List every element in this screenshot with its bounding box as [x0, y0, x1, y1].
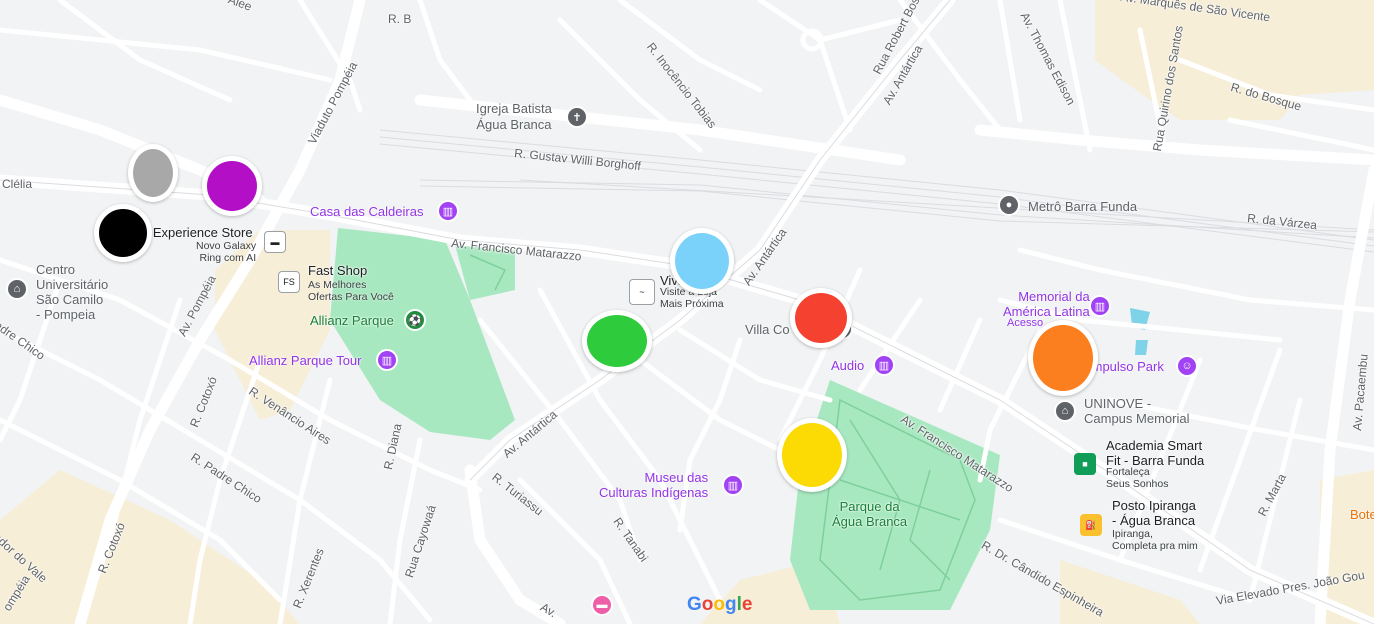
poi-memorial-sub: Acesso — [1007, 317, 1044, 329]
poi-fast-shop-label[interactable]: Fast Shop — [308, 263, 367, 278]
poi-academia-label[interactable]: Academia Smart Fit - Barra Funda — [1106, 438, 1204, 468]
poi-parque-agua-label[interactable]: Parque da Água Branca — [832, 499, 907, 529]
poi-experience-sub: Novo Galaxy Ring com AI — [196, 240, 257, 264]
gray-marker[interactable] — [128, 144, 178, 202]
poi-bote-label[interactable]: Bote — [1350, 507, 1374, 522]
black-marker[interactable] — [94, 204, 152, 262]
church-icon[interactable]: ✝ — [566, 106, 588, 128]
green-marker[interactable] — [582, 310, 652, 372]
hotel-icon[interactable]: ▬ — [591, 594, 613, 616]
poi-memorial-label[interactable]: Memorial da América Latina — [1003, 289, 1090, 319]
light-blue-marker[interactable] — [670, 228, 734, 294]
gym-icon[interactable]: ■ — [1074, 453, 1096, 475]
store-logo-icon[interactable]: ▬ — [264, 231, 286, 253]
stadium-icon[interactable]: ⚽ — [404, 309, 426, 331]
museum-icon-2[interactable]: ▥ — [722, 474, 744, 496]
map-view[interactable]: R. B Alee Av. Marquês de São Vicente R. … — [0, 0, 1374, 624]
poi-casa-caldeiras-label[interactable]: Casa das Caldeiras — [310, 204, 423, 219]
poi-museu-label[interactable]: Museu das Culturas Indígenas — [599, 470, 708, 500]
tour-icon[interactable]: ▥ — [376, 349, 398, 371]
school-icon[interactable]: ⌂ — [6, 278, 28, 300]
poi-allianz-tour-label[interactable]: Allianz Parque Tour — [249, 353, 362, 368]
viva-logo-icon[interactable]: ~ — [629, 279, 655, 305]
google-logo: Google — [687, 594, 753, 615]
poi-posto-label[interactable]: Posto Ipiranga - Água Branca — [1112, 498, 1196, 528]
audio-venue-icon[interactable]: ▥ — [873, 354, 895, 376]
poi-centro-label[interactable]: Centro Universitário São Camilo - Pompei… — [36, 262, 108, 322]
poi-posto-sub: Ipiranga, Completa pra mim — [1112, 528, 1198, 552]
poi-allianz-parque-label[interactable]: Allianz Parque — [310, 313, 394, 328]
poi-villa-label[interactable]: Villa Co — [745, 322, 790, 337]
poi-igreja-label[interactable]: Igreja Batista Água Branca — [476, 101, 552, 133]
road-label-clelia: Clélia — [2, 177, 33, 191]
poi-impulso-label[interactable]: Impulso Park — [1088, 359, 1164, 374]
poi-audio-label[interactable]: Audio — [831, 358, 864, 373]
poi-uninove-label[interactable]: UNINOVE - Campus Memorial — [1084, 396, 1189, 426]
fast-shop-logo-icon[interactable]: FS — [278, 271, 300, 293]
poi-experience-store-label[interactable]: g Experience Store — [142, 225, 253, 240]
poi-academia-sub: Fortaleça Seus Sonhos — [1106, 466, 1169, 490]
poi-fast-shop-sub: As Melhores Ofertas Para Você — [308, 279, 394, 303]
road-label-r-b: R. B — [388, 12, 412, 26]
purple-marker[interactable] — [202, 156, 262, 216]
orange-marker[interactable] — [1028, 320, 1098, 396]
university-icon[interactable]: ⌂ — [1054, 400, 1076, 422]
metro-station-icon[interactable]: ● — [998, 194, 1020, 216]
yellow-marker[interactable] — [777, 418, 847, 492]
red-marker[interactable] — [790, 288, 852, 348]
park-attraction-icon[interactable]: ☺ — [1176, 355, 1198, 377]
memorial-icon[interactable]: ▥ — [1089, 295, 1111, 317]
poi-metro-label[interactable]: Metrô Barra Funda — [1028, 199, 1137, 214]
museum-icon[interactable]: ▥ — [437, 200, 459, 222]
gas-station-icon[interactable]: ⛽ — [1080, 514, 1102, 536]
